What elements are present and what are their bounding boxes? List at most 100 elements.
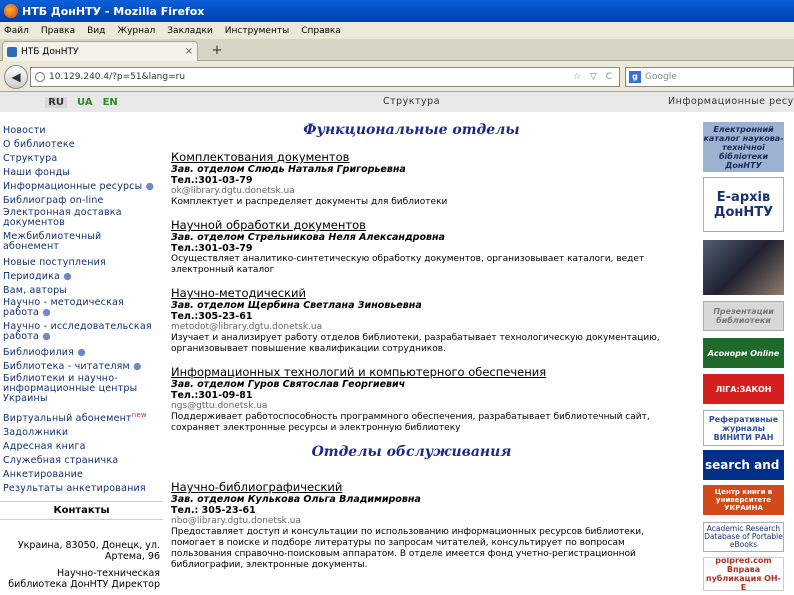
new-tab-button[interactable]: + (208, 43, 226, 59)
dept-email-link[interactable]: metodot@library.dgtu.donetsk.ua (171, 322, 660, 333)
banner-search[interactable]: search and (703, 450, 784, 480)
menu-item-periodicals[interactable]: Периодика ● (3, 270, 160, 284)
dept-email-link[interactable]: nbo@library.dgtu.donetsk.ua (171, 516, 660, 527)
menu-item-info-resources[interactable]: Информационные ресурсы ● (3, 180, 160, 194)
menu-item-label: Виртуальный абонемент (3, 413, 132, 425)
banner-presentations[interactable]: Презентации библиотеки (703, 301, 784, 331)
section-title-service: Отделы обслуживания (311, 444, 512, 460)
menu-item-structure[interactable]: Структура (3, 152, 160, 166)
menu-item-new-arrivals[interactable]: Новые поступления (3, 256, 160, 270)
back-button[interactable]: ◀ (4, 65, 28, 89)
menu-item-bibliograph[interactable]: Библиограф on-line (3, 194, 160, 208)
lang-ru-link[interactable]: RU (45, 96, 68, 108)
dept-phone: Тел.:305-23-61 (171, 311, 253, 322)
dept-head: Зав. отделом Кулькова Ольга Владимировна (171, 494, 421, 505)
banner-books-image[interactable] (703, 240, 784, 295)
dept-email-link[interactable]: ok@library.dgtu.donetsk.ua (171, 186, 660, 197)
banner-book-center[interactable]: Центр книги в университете УКРАИНА (703, 485, 784, 515)
contacts-title: Контакты (0, 501, 163, 520)
globe-icon (35, 72, 45, 82)
menu-item-label: Информационные ресурсы (3, 181, 143, 192)
banner-viniti[interactable]: Реферативные журналы ВИНИТИ РАН (703, 410, 784, 446)
dept-phone: Тел.:301-03-79 (171, 175, 253, 186)
menu-item-label: Периодика (3, 271, 61, 282)
page-content: RU UA EN Новости О библиотеке Структура … (0, 92, 794, 595)
menu-item-libraries-ukraine[interactable]: Библиотеки и научно-информационные центр… (3, 374, 160, 408)
bullet-icon: ● (77, 347, 86, 358)
banner-ebooks[interactable]: Academic Research Database of Portable e… (703, 522, 784, 552)
left-column: RU UA EN Новости О библиотеке Структура … (0, 92, 163, 595)
menu-item-label: Библиотека - читателям (3, 361, 130, 372)
menu-item-bibliophilia[interactable]: Библиофилия ● (3, 346, 160, 360)
url-tools-icons[interactable]: ☆ ▽ C (573, 72, 615, 82)
menu-bookmarks[interactable]: Закладки (167, 26, 213, 36)
banner-polpred[interactable]: polpred.com Вправа публикация ОН-Е (703, 557, 784, 591)
menu-help[interactable]: Справка (301, 26, 341, 36)
search-input[interactable]: g Google (625, 67, 794, 87)
close-tab-icon[interactable]: × (185, 46, 193, 57)
dept-name-link[interactable]: Научной обработки документов (171, 218, 660, 232)
navigation-bar: ◀ 10.129.240.4/?p=51&lang=ru ☆ ▽ C g Goo… (0, 61, 794, 92)
lang-ua-link[interactable]: UA (77, 97, 93, 108)
right-column: Информационные ресурсы Електронний катал… (660, 92, 794, 595)
menu-item-news[interactable]: Новости (3, 124, 160, 138)
firefox-icon (4, 4, 18, 18)
tab-active[interactable]: НТБ ДонНТУ × (2, 41, 198, 61)
search-engine-icon[interactable]: g (629, 71, 641, 83)
menu-item-survey[interactable]: Анкетирование (3, 468, 160, 482)
info-resources-header: Информационные ресурсы (660, 92, 794, 112)
menu-item-service-page[interactable]: Служебная страничка (3, 454, 160, 468)
dept-name-link[interactable]: Комплектования документов (171, 150, 660, 164)
contacts-address: Украина, 83050, Донецк, ул. Артема, 96 (17, 540, 160, 562)
dept-name-link[interactable]: Информационных технологий и компьютерног… (171, 365, 660, 379)
bullet-icon: ● (63, 271, 72, 282)
dept-description: Предоставляет доступ и консультации по и… (171, 527, 644, 570)
banner-asonorm[interactable]: Асонорм Online (703, 338, 784, 368)
bullet-icon: ● (42, 331, 51, 342)
address-bar[interactable]: 10.129.240.4/?p=51&lang=ru ☆ ▽ C (30, 67, 620, 87)
new-badge: new (131, 411, 147, 419)
menu-tools[interactable]: Инструменты (225, 26, 289, 36)
dept-email-link[interactable]: ngs@gttu.donetsk.ua (171, 401, 660, 412)
menu-file[interactable]: Файл (4, 26, 29, 36)
menu-item-label: Научно - исследовательская работа (3, 321, 152, 342)
dept-description: Поддерживает работоспособность программн… (171, 412, 650, 433)
dept-description: Изучает и анализирует работу отделов биб… (171, 333, 660, 354)
menu-item-methodical[interactable]: Научно - методическая работа ● (3, 298, 160, 322)
menu-item-about[interactable]: О библиотеке (3, 138, 160, 152)
contacts-block: Контакты Украина, 83050, Донецк, ул. Арт… (0, 501, 163, 590)
banner-e-catalog[interactable]: Електронний каталог наукова-технічної бі… (703, 122, 784, 172)
section-title-functional: Функциональные отделы (303, 122, 520, 138)
menu-item-address-book[interactable]: Адресная книга (3, 440, 160, 454)
menu-history[interactable]: Журнал (117, 26, 155, 36)
menu-item-for-readers[interactable]: Библиотека - читателям ● (3, 360, 160, 374)
main-column: Структура Функциональные отделы Комплект… (163, 92, 660, 595)
menu-item-virtual-abonement[interactable]: Виртуальный абонементnew (3, 408, 160, 426)
banner-e-archive[interactable]: Е-архів ДонНТУ (703, 177, 784, 232)
lang-en-link[interactable]: EN (103, 97, 118, 108)
banner-liga-zakon[interactable]: ЛІГА:ЗАКОН (703, 374, 784, 404)
menu-item-funds[interactable]: Наши фонды (3, 166, 160, 180)
menu-bar: Файл Правка Вид Журнал Закладки Инструме… (0, 22, 794, 39)
favicon-icon (7, 46, 17, 57)
menu-item-debtors[interactable]: Задолжники (3, 426, 160, 440)
url-text[interactable]: 10.129.240.4/?p=51&lang=ru (49, 72, 185, 82)
menu-item-research[interactable]: Научно - исследовательская работа ● (3, 322, 160, 346)
dept-description: Комплектует и распределяет документы для… (171, 197, 448, 207)
menu-item-authors[interactable]: Вам, авторы (3, 284, 160, 298)
bullet-icon: ● (42, 307, 51, 318)
dept-head: Зав. отделом Гуров Святослав Георгиевич (171, 379, 406, 390)
menu-item-e-delivery[interactable]: Электронная доставка документов (3, 208, 160, 232)
menu-view[interactable]: Вид (87, 26, 105, 36)
menu-item-survey-results[interactable]: Результаты анкетирования (3, 482, 160, 496)
dept-phone: Тел.: 305-23-61 (171, 505, 256, 516)
menu-item-interlibrary[interactable]: Межбиблиотечный абонемент (3, 232, 160, 256)
menu-item-label: Научно - методическая работа (3, 297, 124, 318)
search-placeholder: Google (645, 72, 677, 82)
dept-name-link[interactable]: Научно-методический (171, 286, 660, 300)
dept-phone: Тел.:301-03-79 (171, 243, 253, 254)
dept-item: Научной обработки документов Зав. отдело… (163, 218, 660, 276)
dept-item: Комплектования документов Зав. отделом С… (163, 150, 660, 208)
dept-name-link[interactable]: Научно-библиографический (171, 480, 660, 494)
menu-edit[interactable]: Правка (41, 26, 75, 36)
